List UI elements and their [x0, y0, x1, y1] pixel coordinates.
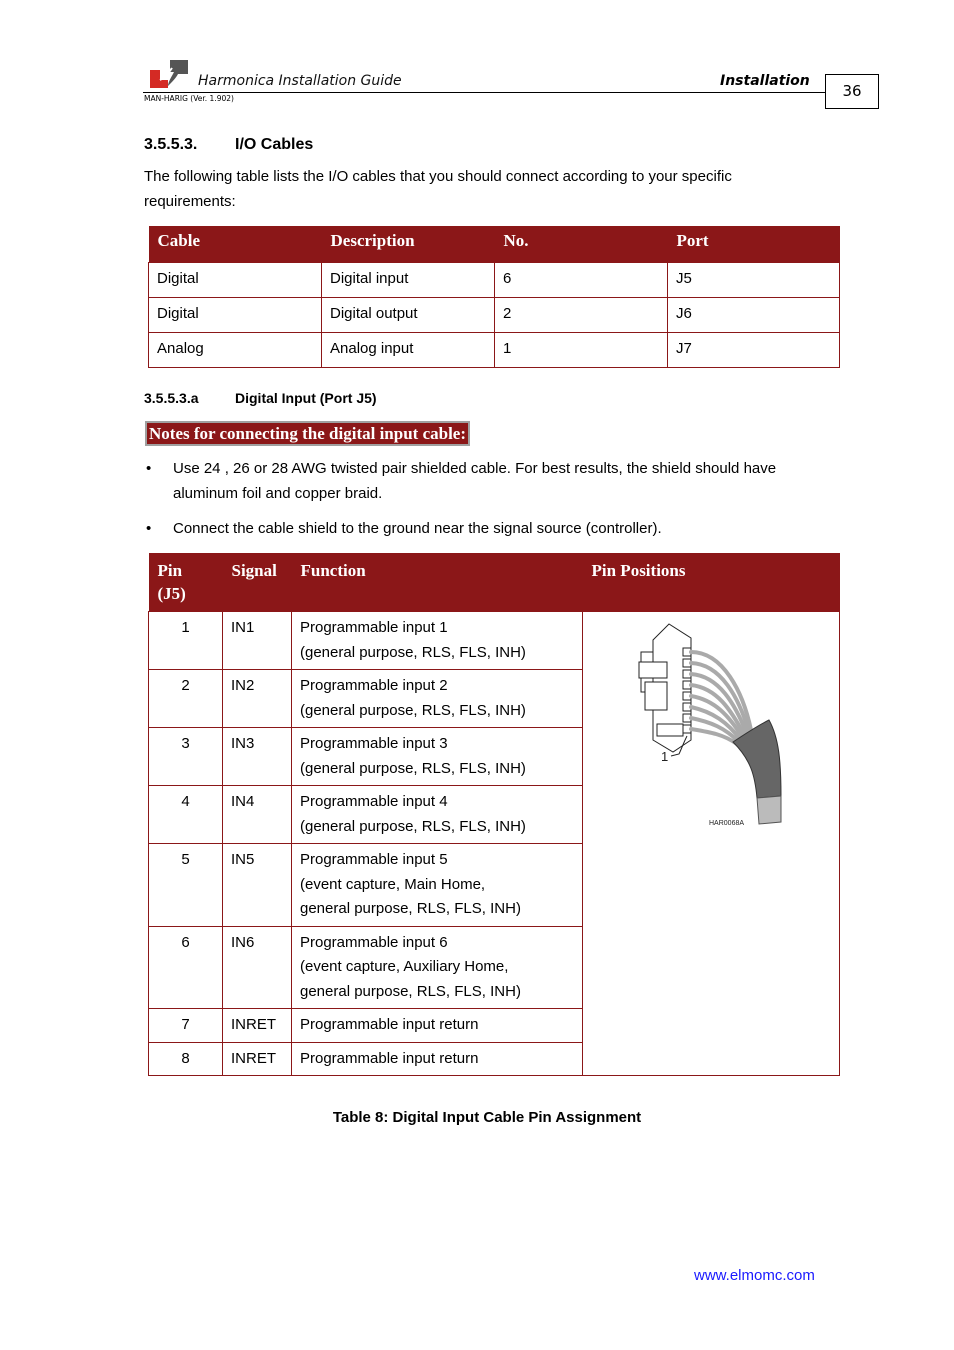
cell-signal: INRET [222, 1041, 292, 1076]
column-header-cable: Cable [148, 226, 322, 263]
connector-cable-icon [638, 623, 782, 825]
cell-description: Digital output [321, 297, 495, 333]
cell-pin: 5 [148, 843, 223, 927]
function-line: Programmable input 4 [300, 793, 448, 810]
header-rule [143, 92, 825, 93]
page-number: 36 [825, 74, 879, 109]
column-header-pin-positions: Pin Positions [582, 553, 840, 612]
cell-function: Programmable input 5 (event capture, Main… [291, 843, 583, 927]
cell-port: J7 [667, 332, 840, 368]
function-line: (general purpose, RLS, FLS, INH) [300, 643, 526, 661]
subsection-number: 3.5.5.3.a [144, 390, 199, 406]
cell-signal: IN2 [222, 669, 292, 728]
cell-function: Programmable input 4 (general purpose, RL… [291, 785, 583, 844]
column-header-signal: Signal [222, 553, 292, 612]
cell-function: Programmable input return [291, 1041, 583, 1076]
list-item: • Connect the cable shield to the ground… [144, 517, 834, 542]
function-line: Programmable input 5 [300, 851, 448, 868]
list-item-text: Use 24 , 26 or 28 AWG twisted pair shiel… [173, 460, 777, 502]
cell-no: 1 [494, 332, 668, 368]
elmo-logo-icon [148, 58, 190, 88]
figure-id-label: HAR0068A [709, 820, 745, 827]
column-header-function: Function [291, 553, 583, 612]
cell-pin-positions: 1 HAR0068A [582, 611, 840, 1076]
notes-list: • Use 24 , 26 or 28 AWG twisted pair shi… [144, 457, 834, 553]
function-line: Programmable input 6 [300, 933, 448, 951]
cell-pin: 6 [148, 925, 223, 1009]
cell-signal: IN4 [222, 785, 292, 844]
list-item: • Use 24 , 26 or 28 AWG twisted pair shi… [144, 457, 834, 506]
function-line: general purpose, RLS, FLS, INH) [300, 982, 521, 1000]
table-row: Digital Digital output 2 J6 [148, 297, 840, 333]
cell-pin: 2 [148, 669, 223, 728]
cell-cable: Analog [148, 332, 322, 368]
function-line: Programmable input return [300, 1016, 479, 1033]
column-header-no: No. [494, 226, 668, 263]
function-line: (general purpose, RLS, FLS, INH) [300, 759, 526, 777]
function-line: Programmable input 3 [300, 735, 448, 752]
cell-description: Digital input [321, 262, 495, 298]
cell-description: Analog input [321, 332, 495, 368]
table-caption: Table 8: Digital Input Cable Pin Assignm… [332, 1109, 642, 1126]
cell-pin: 4 [148, 785, 223, 844]
function-line: general purpose, RLS, FLS, INH) [300, 900, 521, 917]
cell-function: Programmable input 2 (general purpose, RL… [291, 669, 583, 728]
column-header-pin: Pin (J5) [148, 553, 223, 612]
notes-heading: Notes for connecting the digital input c… [145, 421, 471, 446]
cell-signal: IN6 [222, 925, 292, 1009]
function-line: (general purpose, RLS, FLS, INH) [300, 701, 526, 719]
section-intro: The following table lists the I/O cables… [144, 168, 732, 210]
cell-port: J5 [667, 262, 840, 298]
function-line: Programmable input 1 [300, 619, 448, 636]
pin-assignment-table: Pin (J5) Signal Function Pin Positions 1… [148, 553, 840, 1076]
section-title: I/O Cables [235, 136, 314, 153]
cell-pin: 7 [148, 1008, 223, 1043]
cell-signal: IN3 [222, 727, 292, 786]
function-line: Programmable input return [300, 1049, 479, 1067]
cell-cable: Digital [148, 297, 322, 333]
column-header-port: Port [667, 226, 840, 263]
document-title: Harmonica Installation Guide [198, 73, 402, 89]
cell-signal: INRET [222, 1008, 292, 1043]
column-header-description: Description [321, 226, 495, 263]
cell-function: Programmable input 6 (event capture, Auxi… [291, 925, 583, 1009]
list-item-text: Connect the cable shield to the ground n… [173, 520, 662, 537]
cell-function: Programmable input 1 (general purpose, RL… [291, 611, 583, 670]
cable-table: Cable Description No. Port Digital Digit… [148, 226, 840, 368]
cell-function: Programmable input 3 (general purpose, RL… [291, 727, 583, 786]
cable-table-header-row: Cable Description No. Port [148, 226, 840, 263]
table-row: Digital Digital input 6 J5 [148, 262, 840, 298]
bullet-icon: • [146, 520, 152, 537]
function-line: Programmable input 2 [300, 677, 448, 694]
cell-no: 2 [494, 297, 668, 333]
cell-signal: IN5 [222, 843, 292, 927]
function-line: (event capture, Auxiliary Home, [300, 958, 509, 975]
table-row: 1 IN1 Programmable input 1 (general purpose… [148, 611, 840, 1076]
cell-port: J6 [667, 297, 840, 333]
bullet-icon: • [146, 460, 152, 477]
subsection-title: Digital Input (Port J5) [235, 390, 377, 406]
connector-figure: 1 HAR0068A [583, 612, 839, 832]
cell-pin: 1 [148, 611, 223, 670]
cell-function: Programmable input return [291, 1008, 583, 1043]
document-version: MAN-HARIG (Ver. 1.902) [144, 94, 234, 103]
cell-no: 6 [494, 262, 668, 298]
cell-cable: Digital [148, 262, 322, 298]
function-line: (event capture, Main Home, [300, 875, 486, 893]
cell-signal: IN1 [222, 611, 292, 670]
pin-table-header-row: Pin (J5) Signal Function Pin Positions [148, 553, 840, 612]
table-row: Analog Analog input 1 J7 [148, 332, 840, 368]
section-number: 3.5.5.3. [144, 136, 198, 153]
footer-website-link[interactable]: www.elmomc.com [694, 1267, 815, 1284]
function-line: (general purpose, RLS, FLS, INH) [300, 817, 526, 835]
cell-pin: 8 [148, 1041, 223, 1076]
pin-one-label: 1 [661, 749, 669, 764]
cell-pin: 3 [148, 727, 223, 786]
header-section-name: Installation [720, 73, 810, 89]
